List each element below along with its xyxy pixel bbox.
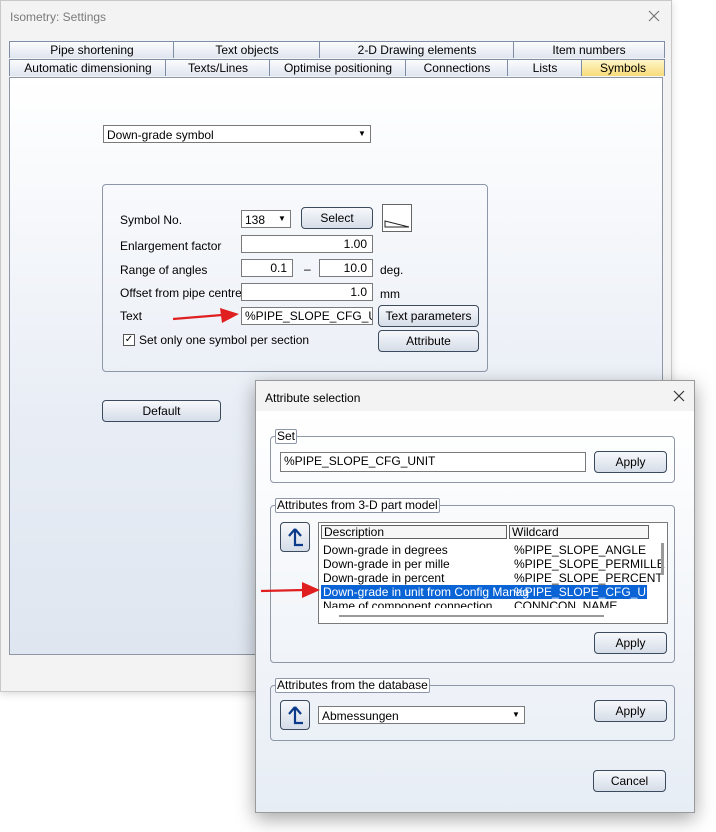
annotation-arrow-icon — [260, 582, 320, 598]
symbol-no-dropdown[interactable]: 138 ▼ — [241, 210, 291, 228]
title-bar: Isometry: Settings — [1, 1, 671, 33]
offset-label: Offset from pipe centre — [120, 286, 242, 300]
vertical-scrollbar[interactable] — [661, 543, 664, 575]
range-dash: – — [304, 262, 311, 276]
list-item[interactable]: Down-grade in degrees %PIPE_SLOPE_ANGLE — [321, 543, 647, 557]
horizontal-scrollbar[interactable] — [339, 615, 604, 617]
db-up-arrow-button[interactable] — [280, 700, 310, 730]
tab-texts-lines[interactable]: Texts/Lines — [165, 59, 271, 76]
symbol-settings-group: Symbol No. 138 ▼ Select Enlargement fact… — [102, 184, 488, 372]
symbol-no-value: 138 — [245, 213, 266, 227]
set-field[interactable]: %PIPE_SLOPE_CFG_UNIT — [280, 452, 586, 472]
list-item[interactable]: Name of component connection CONNCON_NAME — [321, 599, 647, 608]
attributes-db-label: Attributes from the database — [275, 678, 430, 693]
one-symbol-checkbox[interactable]: ✓ — [123, 334, 135, 346]
list-item[interactable]: Down-grade in percent %PIPE_SLOPE_PERCENT — [321, 571, 663, 585]
range-min-field[interactable]: 0.1 — [241, 259, 293, 277]
dialog-body: Set %PIPE_SLOPE_CFG_UNIT Apply Attribute… — [256, 411, 694, 812]
range-max-field[interactable]: 10.0 — [319, 259, 373, 277]
one-symbol-label: Set only one symbol per section — [139, 333, 310, 347]
tab-connections[interactable]: Connections — [405, 59, 509, 76]
enlargement-label: Enlargement factor — [120, 239, 222, 253]
attributes-3d-group: Attributes from 3-D part model Descripti… — [270, 498, 675, 663]
chevron-down-icon: ▼ — [512, 710, 520, 719]
close-icon[interactable] — [672, 389, 686, 403]
window-title: Isometry: Settings — [10, 10, 107, 24]
range-label: Range of angles — [120, 263, 208, 277]
tab-item-numbers[interactable]: Item numbers — [513, 41, 665, 58]
database-value: Abmessungen — [322, 709, 399, 723]
database-dropdown[interactable]: Abmessungen ▼ — [318, 706, 525, 724]
default-button[interactable]: Default — [102, 400, 221, 422]
tab-2d-drawing-elements[interactable]: 2-D Drawing elements — [319, 41, 515, 58]
tab-symbols[interactable]: Symbols — [581, 59, 665, 76]
text-label: Text — [120, 309, 143, 323]
apply-set-button[interactable]: Apply — [594, 451, 667, 473]
close-icon[interactable] — [645, 7, 663, 25]
down-grade-symbol-icon — [382, 204, 412, 232]
up-arrow-icon — [288, 528, 303, 547]
set-label: Set — [275, 429, 298, 444]
tab-text-objects[interactable]: Text objects — [173, 41, 321, 58]
text-parameters-button[interactable]: Text parameters — [378, 305, 479, 327]
column-wildcard[interactable]: Wildcard — [509, 525, 649, 539]
symbol-type-dropdown[interactable]: Down-grade symbol ▼ — [103, 125, 371, 143]
symbol-type-value: Down-grade symbol — [107, 128, 214, 142]
attribute-button[interactable]: Attribute — [378, 330, 479, 352]
text-field[interactable]: %PIPE_SLOPE_CFG_UNIT — [241, 307, 373, 325]
offset-unit: mm — [380, 287, 400, 301]
set-group: Set %PIPE_SLOPE_CFG_UNIT Apply — [270, 429, 675, 483]
apply-db-button[interactable]: Apply — [594, 700, 667, 722]
list-item[interactable]: Down-grade in per mille %PIPE_SLOPE_PERMI… — [321, 557, 665, 571]
tab-lists[interactable]: Lists — [507, 59, 583, 76]
column-description[interactable]: Description — [321, 525, 507, 539]
cancel-button[interactable]: Cancel — [593, 770, 666, 792]
select-button[interactable]: Select — [301, 207, 373, 229]
tab-optimise-positioning[interactable]: Optimise positioning — [269, 59, 407, 76]
list-item-selected[interactable]: Down-grade in unit from Config Manag %PIP… — [321, 585, 665, 599]
range-unit: deg. — [380, 263, 404, 277]
tab-pipe-shortening[interactable]: Pipe shortening — [9, 41, 175, 58]
attributes-3d-label: Attributes from 3-D part model — [275, 498, 440, 513]
chevron-down-icon: ▼ — [278, 214, 286, 223]
up-arrow-icon — [288, 706, 303, 725]
dialog-title: Attribute selection — [265, 391, 361, 405]
attributes-db-group: Attributes from the database Abmessungen… — [270, 678, 675, 741]
tab-automatic-dimensioning[interactable]: Automatic dimensioning — [9, 59, 167, 76]
annotation-arrow-icon — [172, 308, 239, 323]
apply-3d-button[interactable]: Apply — [594, 632, 667, 654]
chevron-down-icon: ▼ — [358, 129, 366, 138]
symbol-no-label: Symbol No. — [120, 213, 183, 227]
attributes-list[interactable]: Description Wildcard Down-grade in degre… — [318, 522, 668, 624]
enlargement-field[interactable]: 1.00 — [241, 235, 373, 253]
offset-field[interactable]: 1.0 — [241, 283, 373, 301]
up-arrow-button[interactable] — [280, 522, 310, 552]
